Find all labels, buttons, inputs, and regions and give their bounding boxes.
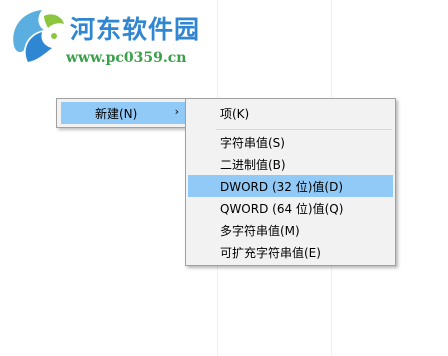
desktop-background: 河东软件园 www.pc0359.cn 新建(N) › 项(K) 字符串值(S)…	[0, 0, 448, 356]
submenu-item-string-value[interactable]: 字符串值(S)	[188, 131, 393, 153]
submenu-item-binary-value[interactable]: 二进制值(B)	[188, 153, 393, 175]
site-watermark: 河东软件园 www.pc0359.cn	[8, 6, 208, 76]
menu-item-new[interactable]: 新建(N) ›	[61, 102, 185, 124]
submenu-item-dword-value[interactable]: DWORD (32 位)值(D)	[188, 175, 393, 197]
submenu-item-multi-string-value[interactable]: 多字符串值(M)	[188, 219, 393, 241]
menu-item-new-label: 新建(N)	[95, 107, 138, 121]
submenu-item-label: DWORD (32 位)值(D)	[220, 180, 343, 194]
submenu-item-label: 字符串值(S)	[220, 136, 285, 150]
new-submenu: 项(K) 字符串值(S) 二进制值(B) DWORD (32 位)值(D) QW…	[185, 98, 396, 266]
submenu-item-expandable-string-value[interactable]: 可扩充字符串值(E)	[188, 241, 393, 263]
leaf-e-logo-icon	[13, 10, 64, 62]
submenu-item-label: 项(K)	[220, 107, 250, 121]
submenu-item-label: 多字符串值(M)	[220, 224, 300, 238]
chevron-right-icon: ›	[174, 105, 179, 118]
watermark-title: 河东软件园	[70, 15, 201, 44]
context-menu: 新建(N) ›	[56, 98, 190, 128]
watermark-url: www.pc0359.cn	[66, 50, 187, 66]
submenu-item-label: 可扩充字符串值(E)	[220, 246, 321, 260]
submenu-item-qword-value[interactable]: QWORD (64 位)值(Q)	[188, 197, 393, 219]
submenu-item-key[interactable]: 项(K)	[188, 102, 393, 124]
menu-separator	[216, 129, 392, 130]
submenu-item-label: 二进制值(B)	[220, 158, 286, 172]
submenu-item-label: QWORD (64 位)值(Q)	[220, 202, 344, 216]
